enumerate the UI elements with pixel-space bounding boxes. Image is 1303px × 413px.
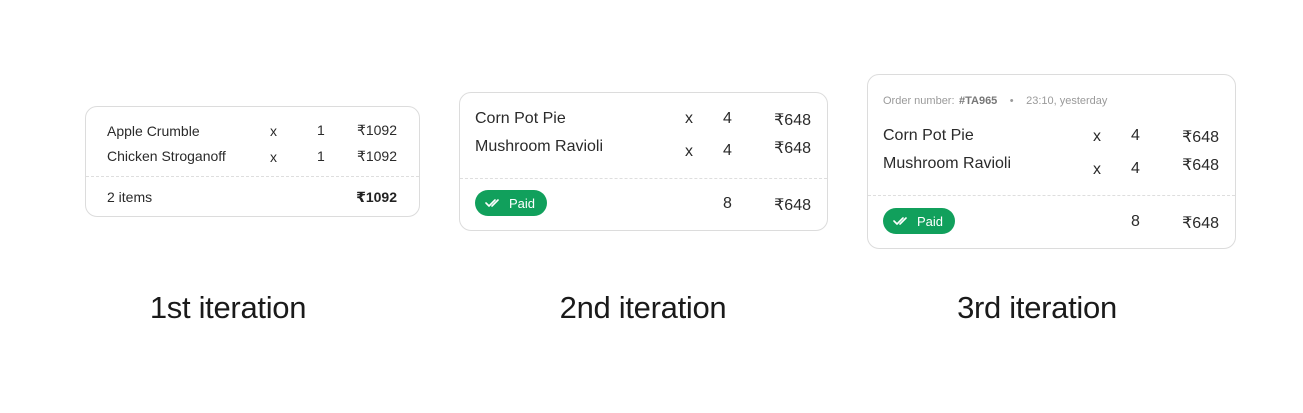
item-name: Corn Pot Pie <box>475 110 566 127</box>
iteration-caption: 1st iteration <box>149 290 307 325</box>
item-price: ₹648 <box>1182 157 1219 174</box>
order-card-iteration-2: Corn Pot Pie x 4 ₹648 Mushroom Ravioli x… <box>459 92 828 231</box>
order-total: ₹1092 <box>356 189 397 205</box>
item-quantity: 4 <box>723 142 732 159</box>
total-quantity: 8 <box>1131 213 1140 230</box>
double-check-icon <box>893 217 907 225</box>
order-card-iteration-1: Apple Crumble x 1 ₹1092 Chicken Strogano… <box>85 106 420 217</box>
order-meta: Order number: #TA965 • 23:10, yesterday <box>883 91 1107 109</box>
item-price: ₹648 <box>1182 129 1219 146</box>
item-multiplier: x <box>685 110 693 127</box>
item-price: ₹648 <box>774 112 811 129</box>
paid-status-label: Paid <box>917 213 944 229</box>
item-multiplier: x <box>270 149 277 165</box>
item-quantity: 1 <box>317 148 325 164</box>
order-number-label: Order number: <box>883 95 955 107</box>
dashed-divider <box>86 176 419 177</box>
iteration-caption: 3rd iteration <box>957 290 1117 325</box>
item-name: Chicken Stroganoff <box>107 148 226 164</box>
total-quantity: 8 <box>723 195 732 212</box>
paid-status-badge: Paid <box>883 208 956 234</box>
paid-status-label: Paid <box>509 195 536 211</box>
item-name: Mushroom Ravioli <box>475 138 604 155</box>
order-time: 23:10, yesterday <box>1026 95 1108 107</box>
item-multiplier: x <box>270 123 277 139</box>
item-multiplier: x <box>685 143 693 160</box>
item-quantity: 4 <box>1131 127 1140 144</box>
item-name: Corn Pot Pie <box>883 127 974 144</box>
paid-status-badge: Paid <box>475 190 548 216</box>
order-total: ₹648 <box>1182 215 1219 232</box>
item-quantity: 1 <box>317 122 325 138</box>
item-price: ₹1092 <box>356 148 397 164</box>
items-count: 2 items <box>107 189 153 205</box>
double-check-icon <box>485 199 499 207</box>
item-price: ₹648 <box>774 140 811 157</box>
item-quantity: 4 <box>723 110 732 127</box>
meta-separator: • <box>1009 95 1014 107</box>
item-quantity: 4 <box>1131 160 1140 177</box>
iteration-caption: 2nd iteration <box>559 290 727 325</box>
item-name: Mushroom Ravioli <box>883 155 1012 172</box>
order-card-iteration-3: Order number: #TA965 • 23:10, yesterday … <box>867 74 1236 249</box>
item-price: ₹1092 <box>356 122 397 138</box>
item-name: Apple Crumble <box>107 123 200 139</box>
order-number: #TA965 <box>958 95 998 107</box>
dashed-divider <box>868 195 1235 196</box>
item-multiplier: x <box>1093 128 1101 145</box>
item-multiplier: x <box>1093 161 1101 178</box>
dashed-divider <box>460 178 827 179</box>
order-total: ₹648 <box>774 197 811 214</box>
